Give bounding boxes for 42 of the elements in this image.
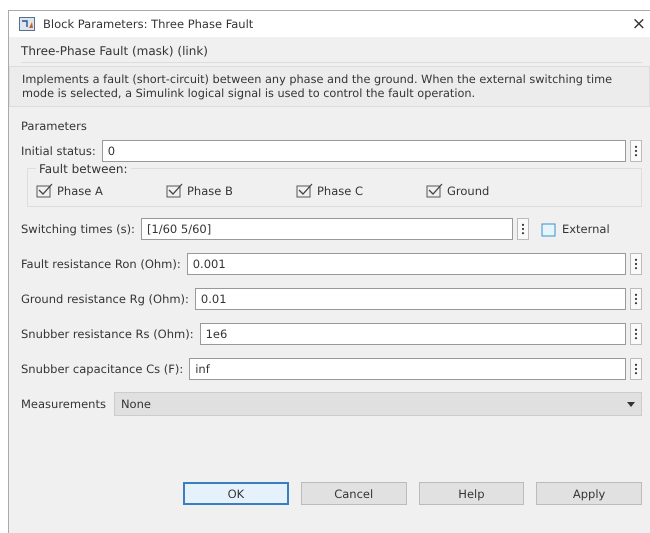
more-options-icon[interactable] (630, 140, 642, 162)
more-options-icon[interactable] (516, 218, 529, 240)
checkbox-label[interactable]: Ground (447, 184, 490, 198)
close-button[interactable]: × (632, 14, 646, 34)
section-title: Parameters (21, 119, 88, 134)
dialog-button[interactable]: Cancel (300, 482, 407, 506)
block-icon (19, 17, 35, 31)
checkbox-label[interactable]: Phase B (187, 184, 233, 198)
input-field[interactable]: inf (189, 358, 626, 380)
input-field[interactable]: 0.01 (194, 288, 626, 310)
dialog-button[interactable]: OK (183, 482, 289, 506)
more-options-icon[interactable] (630, 288, 642, 310)
input-field[interactable]: [1/60 5/60] (140, 218, 513, 240)
more-options-icon[interactable] (630, 323, 642, 346)
more-options-icon[interactable] (630, 358, 642, 380)
checkbox-label[interactable]: External (562, 222, 610, 236)
more-options-icon[interactable] (630, 253, 642, 276)
window-title: Block Parameters: Three Phase Fault (43, 17, 254, 31)
input-field[interactable]: 0 (102, 140, 626, 162)
input-field[interactable]: 0.001 (186, 253, 626, 276)
field-label: Initial status: (21, 144, 96, 158)
group-title: Fault between: (36, 162, 131, 176)
field-label: Fault resistance Ron (Ohm): (21, 257, 181, 272)
description: Implements a fault (short-circuit) between any phase and the ground. When the external switching time mode is selected, a Simulink logical signal is used to control the fault operation. (9, 66, 650, 108)
input-field[interactable]: 1e6 (200, 323, 626, 346)
field-label: Ground resistance Rg (Ohm): (21, 292, 189, 306)
dialog-button[interactable]: Apply (536, 482, 642, 506)
checkbox-label[interactable]: Phase C (317, 184, 364, 198)
checked-checkbox[interactable] (36, 183, 53, 198)
checked-checkbox[interactable] (426, 183, 443, 198)
field-label: Switching times (s): (21, 222, 135, 236)
field-label: Snubber capacitance Cs (F): (21, 362, 184, 376)
checkbox[interactable] (540, 222, 558, 237)
field-label: Measurements (21, 397, 106, 412)
checkbox-label[interactable]: Phase A (57, 184, 103, 198)
block-title: Three-Phase Fault (mask) (link) (21, 37, 642, 63)
checked-checkbox[interactable] (166, 183, 183, 198)
dropdown[interactable]: None (114, 392, 642, 416)
checked-checkbox[interactable] (296, 183, 313, 198)
dropdown-arrow-icon (627, 402, 635, 407)
field-label: Snubber resistance Rs (Ohm): (21, 327, 194, 342)
dialog-button[interactable]: Help (418, 482, 524, 506)
